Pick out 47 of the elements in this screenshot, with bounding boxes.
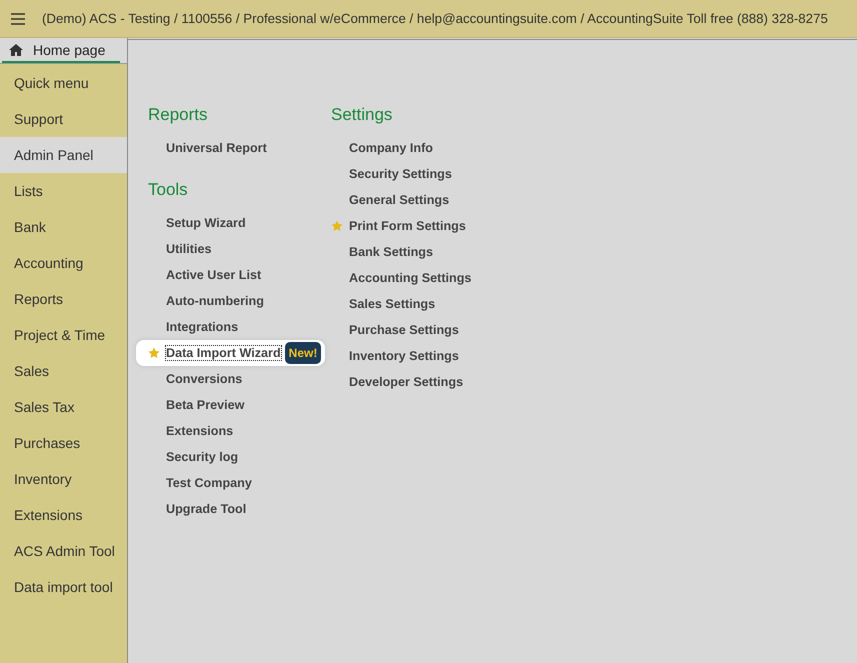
sidebar-item[interactable]: Admin Panel	[0, 137, 127, 173]
admin-link[interactable]: Utilities	[166, 242, 212, 256]
admin-link[interactable]: Inventory Settings	[349, 349, 459, 363]
home-icon	[9, 44, 23, 56]
admin-link[interactable]: Data Import Wizard	[166, 346, 281, 360]
menu-icon[interactable]	[11, 12, 25, 24]
admin-link[interactable]: Universal Report	[166, 141, 267, 155]
admin-link[interactable]: Integrations	[166, 320, 238, 334]
sidebar-item[interactable]: Sales Tax	[0, 389, 127, 425]
sidebar-item[interactable]: Data import tool	[0, 569, 127, 605]
sidebar-item[interactable]: ACS Admin Tool	[0, 533, 127, 569]
admin-link[interactable]: Auto-numbering	[166, 294, 264, 308]
admin-link[interactable]: Purchase Settings	[349, 323, 459, 337]
star-icon	[331, 220, 343, 232]
sidebar-item[interactable]: Accounting	[0, 245, 127, 281]
sidebar-item[interactable]: Reports	[0, 281, 127, 317]
admin-link[interactable]: Bank Settings	[349, 245, 433, 259]
admin-link[interactable]: Developer Settings	[349, 375, 464, 389]
admin-link[interactable]: Conversions	[166, 372, 242, 386]
admin-link[interactable]: Upgrade Tool	[166, 502, 246, 516]
sidebar-item[interactable]: Project & Time	[0, 317, 127, 353]
star-icon	[148, 347, 160, 359]
sidebar-item[interactable]: Support	[0, 101, 127, 137]
sidebar-item[interactable]: Purchases	[0, 425, 127, 461]
sidebar-item[interactable]: Inventory	[0, 461, 127, 497]
admin-link[interactable]: Security Settings	[349, 167, 452, 181]
sidebar-item[interactable]: Sales	[0, 353, 127, 389]
sidebar-item[interactable]: Lists	[0, 173, 127, 209]
sidebar-item[interactable]: Extensions	[0, 497, 127, 533]
section-heading: Reports	[148, 104, 209, 126]
admin-link[interactable]: Print Form Settings	[349, 219, 466, 233]
sidebar-item[interactable]: Bank	[0, 209, 127, 245]
admin-link[interactable]: Accounting Settings	[349, 271, 472, 285]
admin-link[interactable]: Security log	[166, 450, 238, 464]
admin-link[interactable]: Extensions	[166, 424, 234, 438]
window-title: (Demo) ACS - Testing / 1100556 / Professional w/eCommerce / help@accountingsuite.com / AccountingSuite Toll free (888) 328-8275	[42, 11, 828, 26]
admin-link[interactable]: Beta Preview	[166, 398, 244, 412]
admin-link[interactable]: Active User List	[166, 268, 262, 282]
admin-link[interactable]: Sales Settings	[349, 297, 436, 311]
admin-link[interactable]: Test Company	[166, 476, 252, 490]
section-heading: Tools	[148, 178, 189, 200]
admin-link[interactable]: General Settings	[349, 193, 450, 207]
section-heading: Settings	[331, 104, 394, 126]
admin-link[interactable]: Company Info	[349, 141, 433, 155]
sidebar-item[interactable]: Quick menu	[0, 65, 127, 101]
admin-link[interactable]: Setup Wizard	[166, 216, 246, 230]
new-badge: New!	[284, 342, 322, 364]
